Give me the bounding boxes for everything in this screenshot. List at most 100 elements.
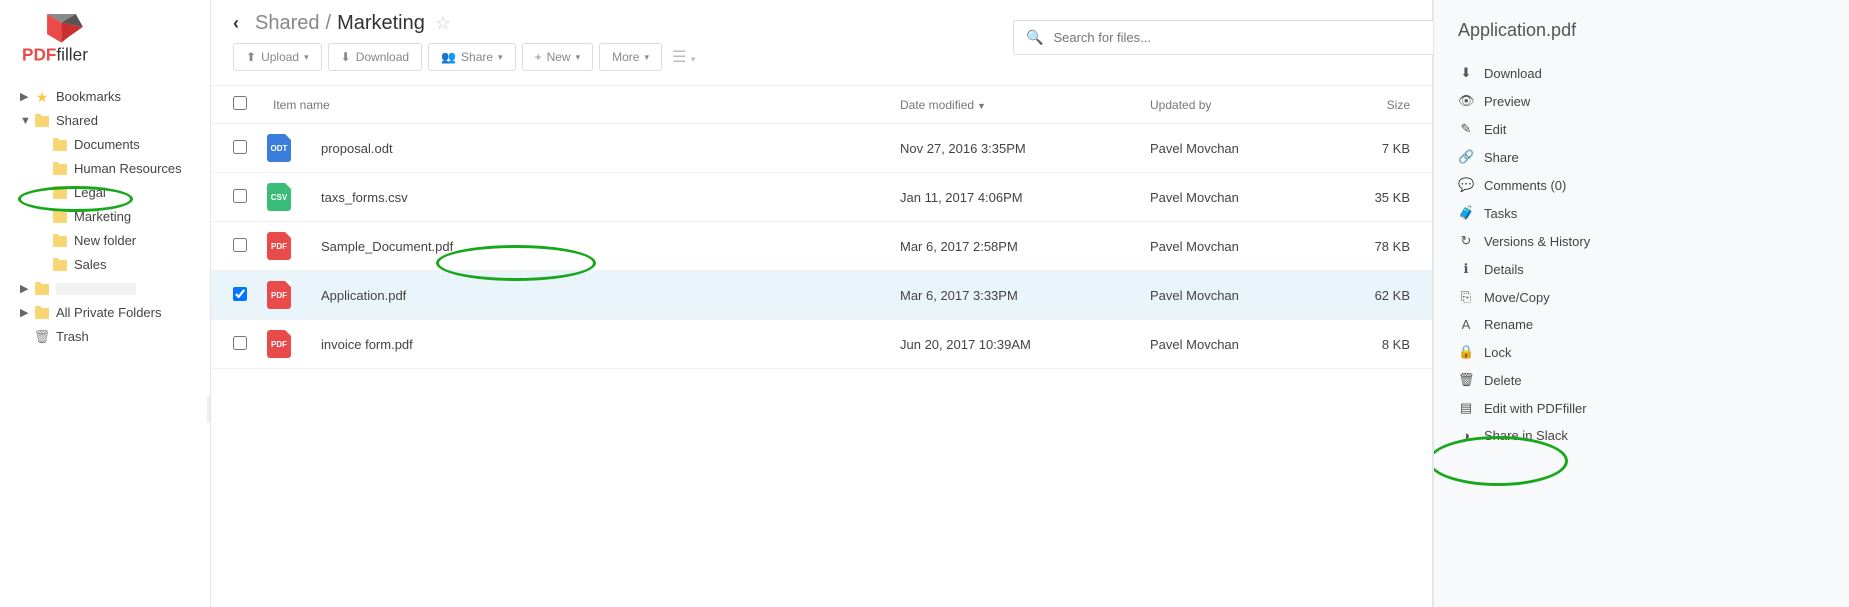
panel-action-preview[interactable]: 👁 Preview — [1458, 87, 1825, 115]
sidebar-item-label — [56, 283, 136, 295]
file-size: 8 KB — [1340, 337, 1410, 352]
col-header-size[interactable]: Size — [1340, 98, 1410, 112]
panel-action-share[interactable]: 🔗Share — [1458, 143, 1825, 171]
panel-action-versions-history[interactable]: ↻Versions & History — [1458, 227, 1825, 255]
folder-icon — [52, 257, 68, 273]
download-button[interactable]: ⬇ Download — [328, 43, 422, 71]
sidebar-item-bookmarks[interactable]: ▶ ★ Bookmarks — [2, 85, 208, 109]
panel-action-tasks[interactable]: 🧳Tasks — [1458, 199, 1825, 227]
more-button[interactable]: More ▾ — [599, 43, 662, 71]
chevron-right-icon: ▶ — [20, 280, 30, 298]
file-user: Pavel Movchan — [1150, 337, 1340, 352]
sidebar-item-documents[interactable]: Documents — [20, 133, 208, 157]
share-icon: 👥 — [441, 50, 456, 64]
sidebar-item-legal[interactable]: Legal — [20, 181, 208, 205]
shared-children: Documents Human Resources Legal Marketin… — [2, 133, 208, 277]
panel-action-move-copy[interactable]: ⎘Move/Copy — [1458, 283, 1825, 311]
action-icon: 👁 — [1458, 93, 1474, 109]
caret-icon: ▾ — [644, 52, 649, 63]
file-user: Pavel Movchan — [1150, 288, 1340, 303]
action-icon: ↻ — [1458, 233, 1474, 249]
button-label: More — [612, 50, 639, 64]
row-checkbox[interactable] — [233, 336, 247, 350]
file-size: 7 KB — [1340, 141, 1410, 156]
sidebar-item-label: Shared — [56, 112, 98, 130]
col-header-date[interactable]: Date modified▼ — [900, 98, 1150, 112]
action-icon: 💬 — [1458, 177, 1474, 193]
table-row[interactable]: CSVtaxs_forms.csvJan 11, 2017 4:06PMPave… — [211, 173, 1432, 222]
star-icon: ★ — [34, 89, 50, 105]
sidebar-item-sales[interactable]: Sales — [20, 253, 208, 277]
row-checkbox[interactable] — [233, 238, 247, 252]
file-size: 78 KB — [1340, 239, 1410, 254]
col-header-name[interactable]: Item name — [261, 98, 900, 112]
file-pdf-icon: PDF — [267, 232, 291, 260]
panel-action-download[interactable]: ⬇Download — [1458, 59, 1825, 87]
upload-button[interactable]: ⬆Upload▾ — [233, 43, 322, 71]
sidebar-item-shared[interactable]: ▼ Shared — [2, 109, 208, 133]
panel-action-edit-with-pdffiller[interactable]: ▤Edit with PDFfiller — [1458, 394, 1825, 422]
col-header-user[interactable]: Updated by — [1150, 98, 1340, 112]
back-button[interactable]: ‹ — [233, 13, 239, 34]
action-icon: ℹ — [1458, 261, 1474, 277]
search-input[interactable] — [1053, 30, 1421, 45]
file-date: Mar 6, 2017 3:33PM — [900, 288, 1150, 303]
panel-action-lock[interactable]: 🔒Lock — [1458, 338, 1825, 366]
action-label: Download — [1484, 66, 1542, 81]
panel-action-edit[interactable]: ✎Edit — [1458, 115, 1825, 143]
svg-text:PDF: PDF — [22, 45, 56, 65]
file-user: Pavel Movchan — [1150, 190, 1340, 205]
button-label: New — [547, 50, 571, 64]
row-checkbox[interactable] — [233, 189, 247, 203]
action-icon: ✎ — [1458, 121, 1474, 137]
sidebar-item-hr[interactable]: Human Resources — [20, 157, 208, 181]
share-button[interactable]: 👥Share▾ — [428, 43, 516, 71]
folder-tree: ▶ ★ Bookmarks ▼ Shared Documents Human R… — [0, 85, 210, 349]
breadcrumb-root[interactable]: Shared — [255, 12, 320, 35]
sidebar-item-all-private[interactable]: ▶ All Private Folders — [2, 301, 208, 325]
row-checkbox[interactable] — [233, 287, 247, 301]
sidebar-item-marketing[interactable]: Marketing — [20, 205, 208, 229]
details-panel: Application.pdf ⬇Download 👁 Preview ✎Edit🔗S… — [1433, 0, 1849, 607]
favorite-star-icon[interactable]: ☆ — [435, 13, 451, 34]
file-user: Pavel Movchan — [1150, 239, 1340, 254]
action-label: Preview — [1484, 94, 1530, 109]
file-name: Application.pdf — [309, 288, 900, 303]
sidebar-item-label: Trash — [56, 328, 89, 346]
panel-action-share-in-slack[interactable]: ◑Share in Slack — [1458, 422, 1825, 449]
panel-action-delete[interactable]: 🗑Delete — [1458, 366, 1825, 394]
action-label: Tasks — [1484, 206, 1517, 221]
select-all-checkbox[interactable] — [233, 96, 247, 110]
panel-title: Application.pdf — [1458, 20, 1825, 41]
button-label: Download — [356, 50, 409, 64]
search-box[interactable]: 🔍 — [1013, 20, 1433, 55]
breadcrumb: Shared / Marketing — [255, 12, 425, 35]
plus-icon: + — [535, 50, 542, 64]
panel-action-details[interactable]: ℹDetails — [1458, 255, 1825, 283]
table-row[interactable]: ODTproposal.odtNov 27, 2016 3:35PMPavel … — [211, 124, 1432, 173]
panel-action-comments-0-[interactable]: 💬Comments (0) — [1458, 171, 1825, 199]
folder-icon — [52, 185, 68, 201]
view-toggle[interactable]: ☰ ▾ — [672, 47, 695, 67]
sidebar-item-blank[interactable]: ▶ — [2, 277, 208, 301]
table-row[interactable]: PDFinvoice form.pdfJun 20, 2017 10:39AMP… — [211, 320, 1432, 369]
folder-icon — [34, 113, 50, 129]
file-csv-icon: CSV — [267, 183, 291, 211]
sidebar: PDF filler ▶ ★ Bookmarks ▼ Shared Docume… — [0, 0, 211, 607]
row-checkbox[interactable] — [233, 140, 247, 154]
button-label: Share — [461, 50, 493, 64]
panel-action-rename[interactable]: ARename — [1458, 311, 1825, 338]
sidebar-item-label: Human Resources — [74, 160, 182, 178]
sidebar-item-label: Marketing — [74, 208, 131, 226]
download-icon: ⬇ — [341, 50, 351, 64]
action-icon: ▤ — [1458, 400, 1474, 416]
table-row[interactable]: PDFApplication.pdfMar 6, 2017 3:33PMPave… — [211, 271, 1432, 320]
new-button[interactable]: +New▾ — [522, 43, 594, 71]
trash-icon: 🗑 — [34, 329, 50, 345]
sidebar-item-label: New folder — [74, 232, 136, 250]
folder-icon — [52, 209, 68, 225]
table-row[interactable]: PDFSample_Document.pdfMar 6, 2017 2:58PM… — [211, 222, 1432, 271]
sidebar-item-trash[interactable]: 🗑 Trash — [2, 325, 208, 349]
sidebar-item-newfolder[interactable]: New folder — [20, 229, 208, 253]
file-name: invoice form.pdf — [309, 337, 900, 352]
